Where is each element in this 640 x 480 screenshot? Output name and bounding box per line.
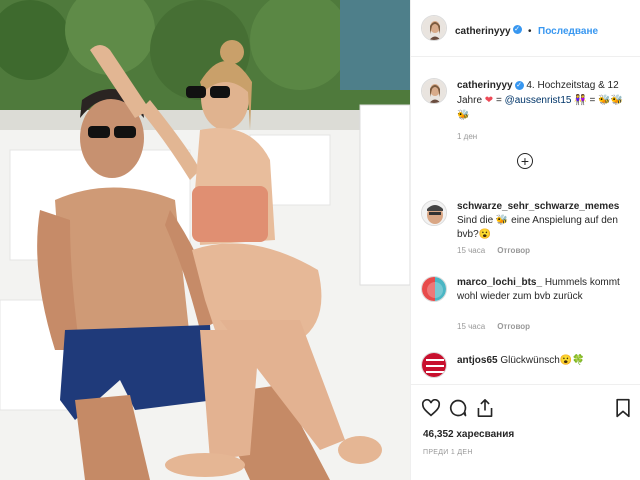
comment-avatar[interactable] (421, 276, 447, 302)
avatar-image (422, 201, 446, 225)
like-heart-icon[interactable] (421, 399, 441, 417)
comment-body: schwarze_sehr_schwarze_memes Sind die 🐝 … (457, 200, 633, 242)
caption-equals: = (495, 95, 502, 106)
follow-button[interactable]: Последване (538, 26, 598, 37)
comment-meta: 15 часа Отговор (457, 322, 530, 331)
avatar-image (422, 16, 446, 40)
load-more-comments-icon[interactable]: + (517, 153, 533, 169)
verified-icon: ✓ (512, 25, 522, 35)
comment-body: marco_lochi_bts_ Hummels kommt wohl wied… (457, 276, 633, 304)
avatar-image (422, 353, 446, 377)
avatar-image (422, 277, 446, 301)
comment-meta: 15 часа Отговор (457, 246, 530, 255)
post-caption: catherinyyy ✓ 4. Hochzeitstag & 12 Jahre … (457, 78, 635, 144)
avatar[interactable] (421, 15, 447, 41)
comment-body: antjos65 Glückwünsch😮🍀 (457, 354, 633, 368)
reply-button[interactable]: Отговор (497, 246, 530, 255)
post-actions: 46,352 харесвания ПРЕДИ 1 ДЕН (411, 384, 640, 480)
comment-avatar[interactable] (421, 352, 447, 378)
mention-link[interactable]: @aussenrist15 (505, 95, 572, 106)
comment-username[interactable]: marco_lochi_bts_ (457, 277, 542, 288)
comment-time: 15 часа (457, 246, 486, 255)
comment-bubble-icon[interactable] (448, 398, 468, 418)
post-details-panel: catherinyyy ✓ • Последване catherinyyy ✓ 4… (410, 0, 640, 480)
separator-dot: • (528, 26, 532, 37)
reply-button[interactable]: Отговор (497, 322, 530, 331)
comment-username[interactable]: antjos65 (457, 355, 498, 366)
likes-count[interactable]: 46,352 харесвания (423, 429, 514, 440)
caption-time: 1 ден (457, 132, 478, 141)
share-icon[interactable] (476, 398, 494, 418)
caption-avatar[interactable] (421, 78, 447, 104)
photo-image (0, 0, 410, 480)
heart-emoji: ❤ (484, 95, 494, 106)
post-date: ПРЕДИ 1 ДЕН (423, 449, 473, 456)
comment-text: Sind die 🐝 eine Anspielung auf den bvb?😮 (457, 215, 618, 240)
caption-username[interactable]: catherinyyy (457, 80, 513, 91)
comment-text: Glückwünsch😮🍀 (500, 355, 585, 366)
comment-username[interactable]: schwarze_sehr_schwarze_memes (457, 201, 619, 212)
post-header: catherinyyy ✓ • Последване (411, 0, 640, 57)
bookmark-icon[interactable] (615, 398, 631, 418)
comment-time: 15 часа (457, 322, 486, 331)
comment-avatar[interactable] (421, 200, 447, 226)
header-username[interactable]: catherinyyy (455, 26, 511, 37)
post-photo[interactable] (0, 0, 410, 480)
avatar-image (422, 79, 446, 103)
verified-icon: ✓ (514, 80, 524, 90)
